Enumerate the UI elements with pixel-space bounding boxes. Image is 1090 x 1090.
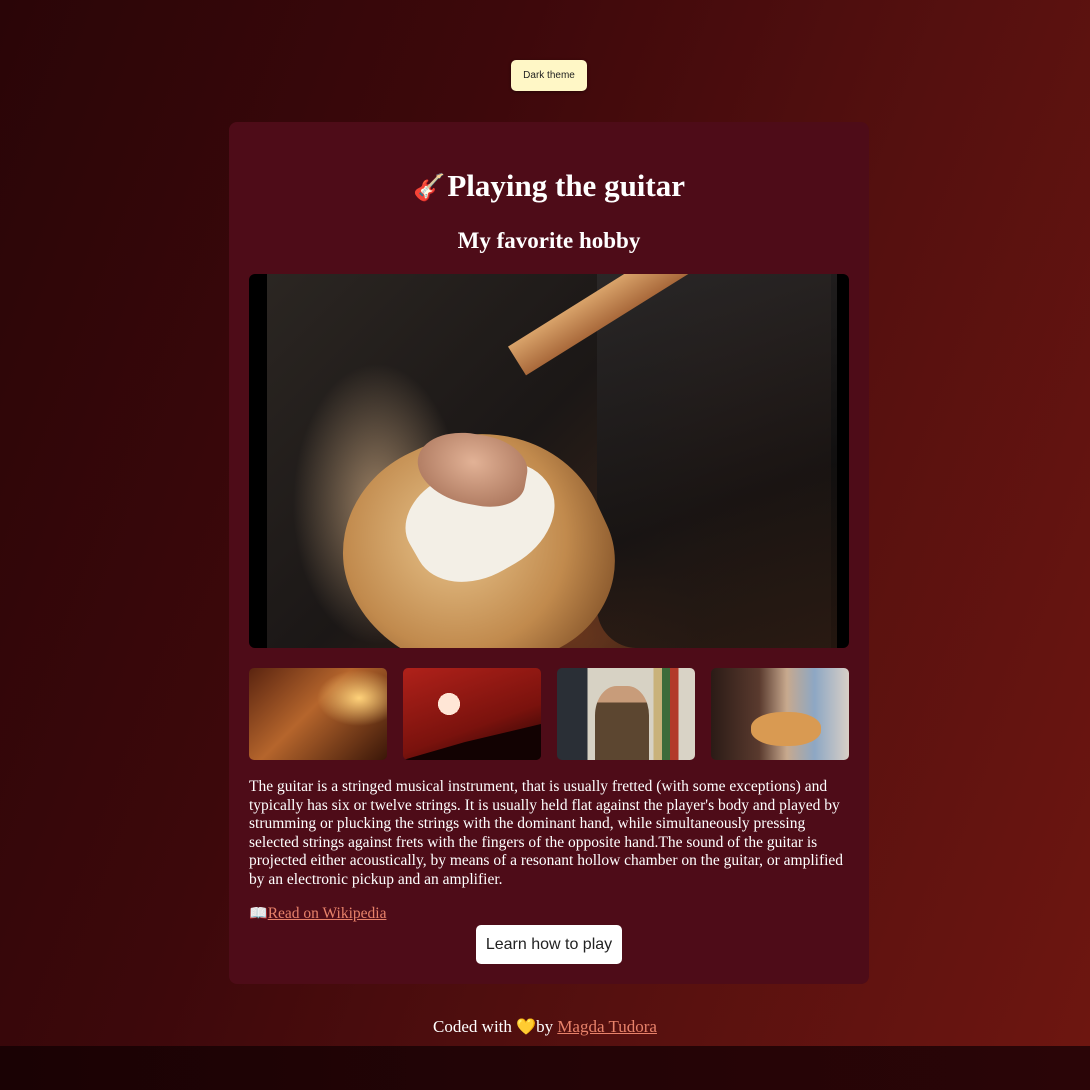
thumbnail-gallery <box>249 668 849 760</box>
hill-shape <box>403 724 541 760</box>
hero-image <box>249 274 849 648</box>
guitarist-photo <box>267 274 837 648</box>
thumbnail-electric-guitar-player[interactable] <box>557 668 695 760</box>
guitar-shape <box>751 712 821 746</box>
bottom-band <box>0 1046 1090 1090</box>
thumbnail-acoustic-guitar[interactable] <box>249 668 387 760</box>
guitar-icon: 🎸 <box>412 173 446 202</box>
thumbnail-guitar-lesson[interactable] <box>711 668 849 760</box>
dark-theme-button[interactable]: Dark theme <box>511 60 587 91</box>
wikipedia-link-row: 📖Read on Wikipedia <box>249 904 386 924</box>
thumbnail-silhouette[interactable] <box>403 668 541 760</box>
hobby-card: 🎸Playing the guitar My favorite hobby Th… <box>229 122 869 984</box>
learn-how-to-play-button[interactable]: Learn how to play <box>476 925 622 964</box>
footer: Coded with 💛by Magda Tudora <box>0 1016 1090 1039</box>
page-title: 🎸Playing the guitar <box>229 166 869 208</box>
page-title-text: Playing the guitar <box>447 168 686 203</box>
footer-middle: by <box>536 1017 558 1036</box>
page-subtitle: My favorite hobby <box>457 228 641 253</box>
jacket-shape <box>597 274 837 648</box>
person-shape <box>595 686 649 760</box>
footer-prefix: Coded with <box>433 1017 517 1036</box>
guitar-description: The guitar is a stringed musical instrum… <box>249 778 844 888</box>
heart-icon: 💛 <box>516 1019 537 1036</box>
wikipedia-link[interactable]: Read on Wikipedia <box>268 905 387 922</box>
author-link[interactable]: Magda Tudora <box>557 1017 657 1036</box>
book-icon: 📖 <box>249 906 268 922</box>
